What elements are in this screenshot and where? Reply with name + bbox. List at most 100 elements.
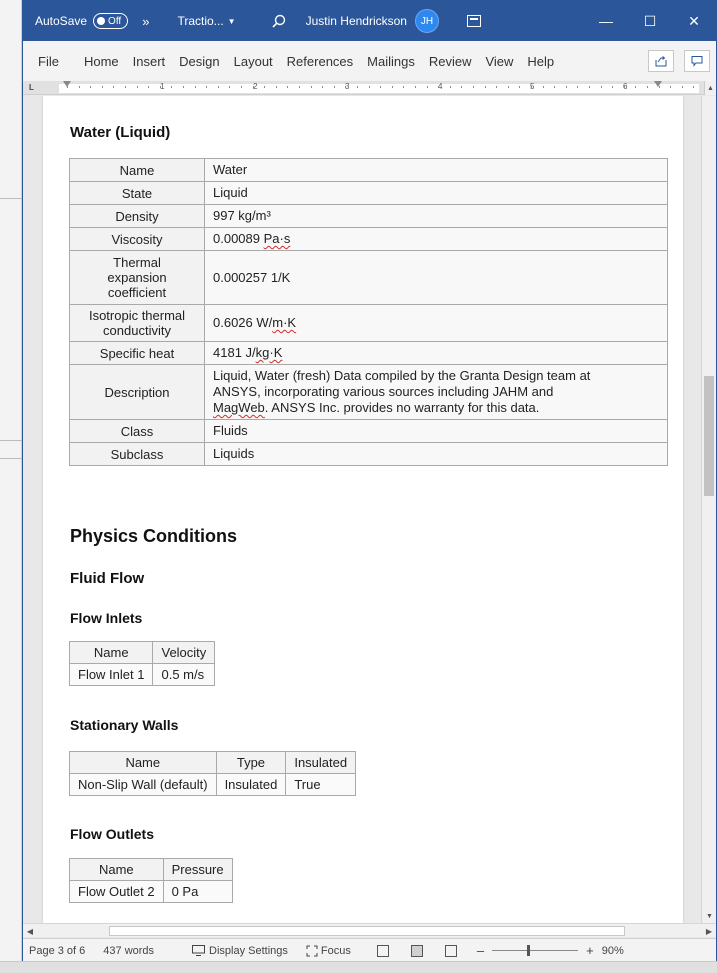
ruler-tick — [496, 86, 498, 88]
window-controls: — ☐ ✕ — [584, 1, 716, 41]
monitor-icon — [192, 945, 206, 956]
autosave-control[interactable]: AutoSave Off — [35, 1, 129, 41]
scroll-up-icon[interactable]: ▲ — [704, 81, 716, 95]
ruler[interactable]: L 1 2 3 4 5 6 ▲ — [23, 81, 716, 95]
document-title-text: Tractio... — [177, 14, 224, 28]
ruler-tick — [403, 86, 405, 88]
autosave-label: AutoSave — [35, 14, 88, 28]
ruler-tick — [368, 86, 370, 88]
document-title[interactable]: Tractio... ▼ — [177, 1, 235, 41]
tab-review[interactable]: Review — [422, 54, 479, 69]
tab-view[interactable]: View — [478, 54, 520, 69]
display-settings-label: Display Settings — [209, 944, 288, 957]
tab-references[interactable]: References — [280, 54, 360, 69]
focus-label: Focus — [320, 944, 351, 957]
ruler-tick — [171, 86, 173, 88]
tab-selector[interactable]: L — [29, 83, 34, 92]
tab-home[interactable]: Home — [77, 54, 126, 69]
column-header: Name — [68, 641, 154, 664]
table-cell-key: Subclass — [69, 442, 205, 466]
page-count[interactable]: Page 3 of 6 — [29, 945, 85, 957]
zoom-level[interactable]: 90% — [602, 945, 624, 957]
ruler-tick — [264, 86, 266, 88]
ruler-tick — [159, 86, 161, 88]
tab-file[interactable]: File — [31, 54, 77, 69]
zoom-in-button[interactable]: + — [586, 943, 594, 958]
stationary-walls-heading: Stationary Walls — [70, 717, 179, 733]
ruler-tick — [554, 86, 556, 88]
comments-icon[interactable] — [684, 50, 710, 72]
tab-design[interactable]: Design — [172, 54, 226, 69]
stationary-walls-table: Name Type Insulated Non-Slip Wall (default… — [69, 751, 357, 796]
ruler-tick — [426, 86, 428, 88]
vertical-scroll-thumb[interactable] — [704, 376, 714, 496]
document-area: Water (Liquid) Name Water State Liquid Den… — [23, 96, 703, 923]
display-settings-button[interactable]: Display Settings — [192, 945, 288, 957]
zoom-out-button[interactable]: – — [477, 943, 484, 958]
ruler-tick — [217, 86, 219, 88]
tab-layout[interactable]: Layout — [227, 54, 280, 69]
table-row: Density 997 kg/m³ — [69, 204, 668, 228]
horizontal-scrollbar[interactable]: ◀ ▶ — [23, 923, 716, 937]
search-icon[interactable] — [272, 1, 286, 41]
table-cell: 0 Pa — [162, 880, 233, 903]
ruler-tick — [310, 86, 312, 88]
ruler-tick — [78, 86, 80, 88]
tab-insert[interactable]: Insert — [126, 54, 173, 69]
print-layout-icon[interactable] — [410, 944, 423, 957]
spell-flagged-text[interactable]: Pa·s — [264, 231, 291, 246]
table-cell-key: State — [69, 181, 205, 205]
maximize-button[interactable]: ☐ — [628, 1, 672, 41]
tab-help[interactable]: Help — [520, 54, 561, 69]
ruler-tick — [345, 86, 347, 88]
table-row: Description Liquid, Water (fresh) Data co… — [69, 364, 668, 420]
ruler-tick — [519, 86, 521, 88]
value-text: 4181 J/ — [213, 345, 256, 360]
ruler-tick — [507, 86, 509, 88]
ruler-number: 2 — [253, 82, 258, 91]
avatar[interactable]: JH — [414, 9, 439, 33]
document-page[interactable]: Water (Liquid) Name Water State Liquid Den… — [43, 96, 683, 923]
spell-flagged-text[interactable]: kg·K — [256, 345, 283, 360]
minimize-button[interactable]: — — [584, 1, 628, 41]
scroll-left-icon[interactable]: ◀ — [23, 924, 37, 938]
tab-mailings[interactable]: Mailings — [360, 54, 422, 69]
read-mode-icon[interactable] — [376, 944, 389, 957]
scroll-down-icon[interactable]: ▼ — [702, 909, 717, 923]
table-cell-value: Liquid, Water (fresh) Data compiled by t… — [204, 364, 668, 420]
ruler-tick — [531, 86, 532, 88]
autosave-toggle[interactable]: Off — [93, 13, 129, 29]
ruler-tick — [438, 86, 440, 88]
horizontal-scroll-thumb[interactable] — [109, 926, 625, 936]
user-name[interactable]: Justin Hendrickson — [306, 1, 407, 41]
material-heading: Water (Liquid) — [70, 124, 171, 141]
material-table: Name Water State Liquid Density 997 kg/m³ V… — [69, 158, 668, 466]
word-count[interactable]: 437 words — [103, 945, 154, 957]
focus-button[interactable]: Focus — [306, 945, 351, 957]
ruler-tick — [333, 86, 335, 88]
table-header-row: Name Velocity — [68, 641, 216, 664]
desktop-background — [0, 0, 22, 973]
ruler-tick — [252, 86, 254, 88]
spell-flagged-text[interactable]: m·K — [272, 315, 296, 330]
table-cell: True — [285, 773, 357, 796]
web-layout-icon[interactable] — [444, 944, 457, 957]
ruler-tick — [380, 86, 382, 88]
zoom-slider-thumb[interactable] — [527, 945, 531, 956]
vertical-scrollbar[interactable]: ▼ — [701, 96, 716, 923]
ruler-tick — [612, 86, 614, 88]
flow-inlets-heading: Flow Inlets — [70, 610, 143, 626]
ribbon-right-actions — [648, 50, 710, 72]
scroll-right-icon[interactable]: ▶ — [702, 924, 716, 938]
zoom-slider[interactable] — [492, 945, 579, 956]
share-icon[interactable] — [648, 50, 674, 72]
spell-flagged-text[interactable]: MagWeb — [213, 400, 265, 415]
ruler-tick — [635, 86, 637, 88]
ruler-tick — [589, 86, 590, 88]
table-cell-key: Density — [69, 204, 205, 228]
ruler-tick — [681, 86, 683, 88]
ribbon-display-options-icon[interactable] — [466, 15, 481, 27]
table-row: Flow Outlet 20 Pa — [69, 880, 233, 903]
more-commands-button[interactable]: » — [142, 1, 149, 41]
close-button[interactable]: ✕ — [672, 1, 716, 41]
